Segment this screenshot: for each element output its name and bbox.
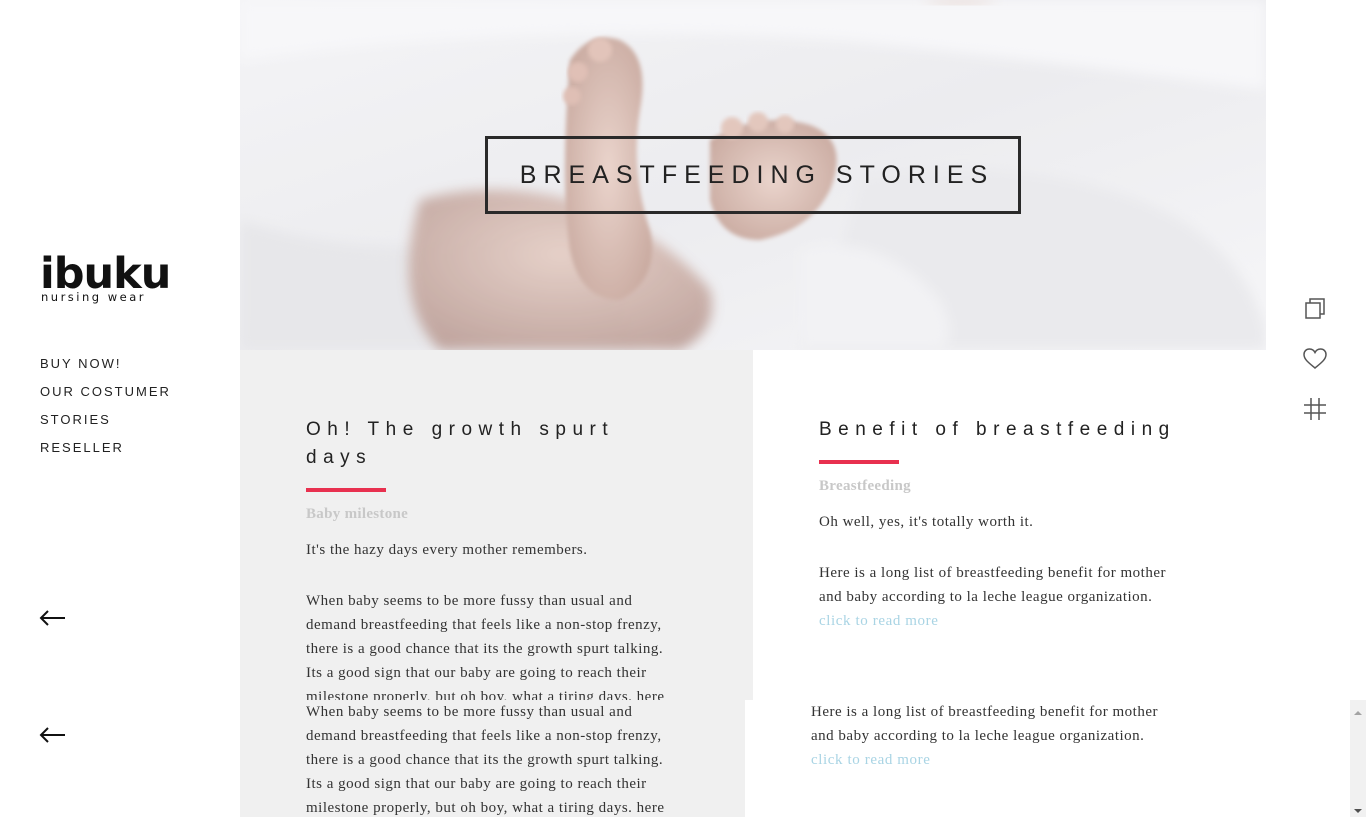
story-body-line: there is a good chance that its the grow… (306, 752, 664, 768)
scrollbar-track[interactable] (1350, 700, 1366, 817)
arrow-left-icon[interactable] (38, 610, 68, 626)
hero-title-box: BREASTFEEDING STORIES (485, 136, 1021, 214)
nav-item-our-costumer[interactable]: OUR COSTUMER (40, 384, 171, 412)
story-intro: Oh well, yes, it's totally worth it. (819, 514, 1034, 530)
story-body-line: Here is a long list of breastfeeding ben… (819, 565, 1166, 581)
nav-item-stories[interactable]: STORIES (40, 412, 171, 440)
copy-icon[interactable] (1302, 296, 1328, 322)
story-title: Oh! The growth spurt days (306, 419, 615, 468)
story-body-line: Its a good sign that our baby are going … (306, 776, 647, 792)
story-body: Here is a long list of breastfeeding ben… (819, 561, 1219, 633)
story-tag: Baby milestone (306, 506, 409, 522)
nav-item-reseller[interactable]: RESELLER (40, 440, 171, 468)
logo-tagline: nursing wear (41, 290, 146, 304)
story-body-line: milestone properly, but oh boy, what a t… (306, 800, 665, 816)
story-body-line: and baby according to la leche league or… (819, 589, 1153, 605)
scroll-down-icon[interactable] (1352, 803, 1364, 813)
story-body: When baby seems to be more fussy than us… (306, 589, 686, 709)
read-more-link[interactable]: click to read more (811, 748, 1211, 772)
story-tag: Breastfeeding (819, 478, 911, 494)
story-body-line: When baby seems to be more fussy than us… (306, 593, 633, 609)
story-body-line: When baby seems to be more fussy than us… (306, 704, 633, 720)
heart-icon[interactable] (1302, 346, 1328, 372)
right-icon-bar (1266, 0, 1366, 817)
story-body-line: and baby according to la leche league or… (811, 728, 1145, 744)
story-body-line: demand breastfeeding that feels like a n… (306, 617, 662, 633)
grid-icon[interactable] (1302, 396, 1328, 422)
scroll-up-icon[interactable] (1352, 703, 1364, 715)
story-card-benefit: Benefit of breastfeeding Breastfeeding O… (753, 350, 1266, 700)
hero-banner: BREASTFEEDING STORIES (240, 0, 1266, 350)
read-more-link[interactable]: click to read more (819, 609, 1219, 633)
story-intro: It's the hazy days every mother remember… (306, 542, 588, 558)
accent-underline (819, 460, 899, 464)
logo[interactable]: ibuku nursing wear (40, 252, 171, 308)
arrow-left-icon[interactable] (38, 727, 68, 743)
story-body-line: demand breastfeeding that feels like a n… (306, 728, 662, 744)
story-card-growth-spurt-repeat: When baby seems to be more fussy than us… (240, 700, 745, 817)
main-nav: BUY NOW! OUR COSTUMER STORIES RESELLER (40, 356, 171, 468)
story-body-line: Here is a long list of breastfeeding ben… (811, 704, 1158, 720)
story-card-growth-spurt: Oh! The growth spurt days Baby milestone… (240, 350, 753, 705)
sidebar: ibuku nursing wear BUY NOW! OUR COSTUMER… (0, 0, 240, 817)
story-body-line: there is a good chance that its the grow… (306, 641, 664, 657)
story-title: Benefit of breastfeeding (819, 419, 1176, 440)
accent-underline (306, 488, 386, 492)
story-card-benefit-repeat: Here is a long list of breastfeeding ben… (745, 700, 1266, 817)
hero-title: BREASTFEEDING STORIES (519, 160, 995, 189)
story-body-line: Its a good sign that our baby are going … (306, 665, 647, 681)
nav-item-buy-now[interactable]: BUY NOW! (40, 356, 171, 384)
